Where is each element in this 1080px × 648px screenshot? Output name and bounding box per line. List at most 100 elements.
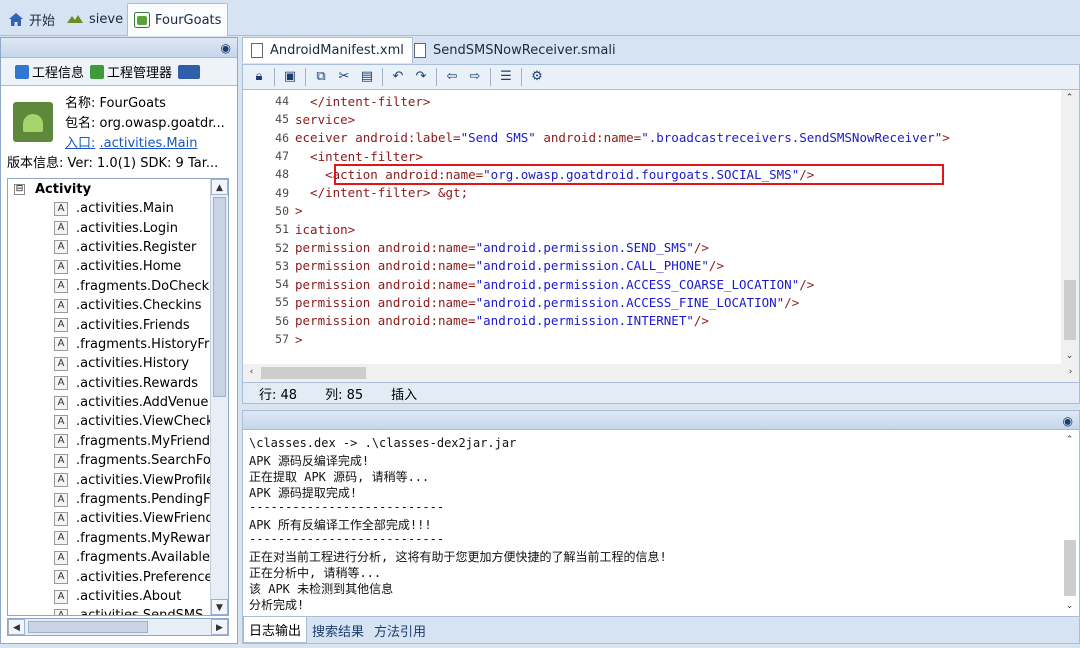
tree-item[interactable]: A .activities.Register bbox=[8, 238, 228, 257]
tab-project-manager[interactable]: 工程管理器 bbox=[90, 62, 172, 81]
toolbar-separator bbox=[436, 68, 437, 86]
settings-icon[interactable]: ⚙ bbox=[527, 67, 547, 87]
log-vertical-scrollbar[interactable]: ⌃ ⌄ bbox=[1061, 430, 1079, 616]
tree-item[interactable]: A .activities.Rewards bbox=[8, 374, 228, 393]
scroll-thumb[interactable] bbox=[213, 197, 226, 397]
tree-item[interactable]: A .fragments.MyRewards bbox=[8, 529, 228, 548]
copy-icon[interactable]: ⧉ bbox=[311, 67, 331, 87]
entry-row[interactable]: 入口: .activities.Main bbox=[65, 132, 197, 151]
collapse-icon[interactable]: ⊟ bbox=[14, 183, 25, 195]
code-line: 50 > bbox=[243, 202, 1063, 220]
h-scroll-thumb[interactable] bbox=[28, 621, 148, 633]
tree-item[interactable]: A .activities.AddVenue bbox=[8, 393, 228, 412]
tree-item[interactable]: A .fragments.SearchFor bbox=[8, 451, 228, 470]
tab-search-results[interactable]: 搜索结果 bbox=[307, 617, 369, 643]
code-editor[interactable]: 44 </intent-filter> 45 service> 46 eceiver a… bbox=[242, 90, 1080, 364]
tree-item[interactable]: A .activities.Login bbox=[8, 218, 228, 237]
entry-label[interactable]: 入口: bbox=[65, 136, 95, 151]
lock-icon[interactable]: 🔒︎ bbox=[249, 67, 269, 87]
scroll-thumb[interactable] bbox=[1064, 280, 1076, 340]
code-line: 56 permission android:name="android.permi… bbox=[243, 312, 1063, 330]
tab-project-info[interactable]: 工程信息 bbox=[15, 62, 84, 81]
line-number: 54 bbox=[275, 277, 289, 292]
undo-icon[interactable]: ↶ bbox=[388, 67, 408, 87]
entry-link[interactable]: .activities.Main bbox=[100, 136, 198, 151]
line-number: 48 bbox=[275, 167, 289, 182]
tree-item[interactable]: A .activities.Friends bbox=[8, 315, 228, 334]
log-line: --------------------------- bbox=[249, 532, 445, 546]
tab-label: AndroidManifest.xml bbox=[270, 43, 404, 58]
scroll-left-icon[interactable]: ◀ bbox=[8, 619, 25, 635]
tree-root-activity[interactable]: ⊟ Activity bbox=[8, 179, 228, 199]
tree-item[interactable]: A .activities.Preferences bbox=[8, 567, 228, 586]
activity-icon: A bbox=[54, 434, 68, 449]
toolbar-separator bbox=[521, 68, 522, 86]
tree-item[interactable]: A .activities.History bbox=[8, 354, 228, 373]
tree-item[interactable]: A .activities.About bbox=[8, 587, 228, 606]
tab-scroll-buttons[interactable] bbox=[178, 64, 203, 79]
tree-item[interactable]: A .fragments.MyFriends bbox=[8, 432, 228, 451]
editor-toolbar: 🔒︎ ▣ ⧉ ✂ ▤ ↶ ↷ ⇦ ⇨ ☰ ⚙ bbox=[242, 64, 1080, 90]
code-line: 57 > bbox=[243, 330, 1063, 348]
tree-item-label: .activities.ViewFriendR bbox=[76, 511, 223, 527]
log-line: --------------------------- bbox=[249, 500, 445, 514]
tree-item-label: .fragments.PendingFr bbox=[76, 492, 216, 508]
tab-fourgoats[interactable]: FourGoats bbox=[127, 3, 229, 36]
eye-icon[interactable]: ◉ bbox=[221, 41, 231, 55]
tab-log-output[interactable]: 日志输出 bbox=[243, 617, 308, 643]
scroll-right-icon[interactable]: ▶ bbox=[211, 619, 228, 635]
scroll-down-icon[interactable]: ⌄ bbox=[1061, 598, 1078, 614]
code-vertical-scrollbar[interactable]: ⌃ ⌄ bbox=[1061, 90, 1079, 364]
format-icon[interactable]: ☰ bbox=[496, 67, 516, 87]
cut-icon[interactable]: ✂ bbox=[334, 67, 354, 87]
tree-item[interactable]: A .fragments.PendingFr bbox=[8, 490, 228, 509]
scroll-up-icon[interactable]: ▲ bbox=[211, 179, 228, 195]
tab-smali-file[interactable]: SendSMSNowReceiver.smali bbox=[406, 37, 624, 63]
tree-item[interactable]: A .activities.Home bbox=[8, 257, 228, 276]
tab-method-references[interactable]: 方法引用 bbox=[369, 617, 431, 643]
tree-item[interactable]: A .activities.Main bbox=[8, 199, 228, 218]
back-arrow-icon[interactable]: ⇦ bbox=[442, 67, 462, 87]
tab-start[interactable]: 开始 bbox=[2, 4, 61, 34]
scroll-right-icon[interactable]: › bbox=[1062, 364, 1079, 380]
code-line: 53 permission android:name="android.permi… bbox=[243, 257, 1063, 275]
activity-icon: A bbox=[54, 298, 68, 313]
tab-android-manifest[interactable]: AndroidManifest.xml bbox=[242, 37, 413, 63]
tab-sieve[interactable]: sieve bbox=[60, 4, 129, 34]
tree-item[interactable]: A .fragments.HistoryFra bbox=[8, 335, 228, 354]
redo-icon[interactable]: ↷ bbox=[411, 67, 431, 87]
code-text: permission android:name="android.permiss… bbox=[295, 240, 709, 256]
paste-icon[interactable]: ▤ bbox=[357, 67, 377, 87]
tree-item-label: .activities.SendSMS bbox=[76, 608, 204, 616]
tree-item-label: .fragments.DoCheckin bbox=[76, 278, 221, 294]
scroll-up-icon[interactable]: ⌃ bbox=[1061, 90, 1078, 106]
scroll-down-icon[interactable]: ▼ bbox=[211, 599, 228, 615]
tree-item[interactable]: A .activities.ViewProfile bbox=[8, 470, 228, 489]
tree-item[interactable]: A .activities.ViewCheckin bbox=[8, 412, 228, 431]
eye-icon[interactable]: ◉ bbox=[1063, 414, 1073, 428]
activity-icon: A bbox=[54, 259, 68, 274]
tree-item[interactable]: A .activities.Checkins bbox=[8, 296, 228, 315]
tree-vertical-scrollbar[interactable]: ▲ ▼ bbox=[210, 179, 228, 615]
panel-tabs: 工程信息 工程管理器 bbox=[1, 58, 237, 86]
code-text: permission android:name="android.permiss… bbox=[295, 313, 709, 329]
home-icon bbox=[8, 12, 24, 27]
scroll-thumb[interactable] bbox=[1064, 540, 1076, 596]
tree-item[interactable]: A .fragments.AvailableR bbox=[8, 548, 228, 567]
tree-item[interactable]: A .fragments.DoCheckin bbox=[8, 277, 228, 296]
activity-icon: A bbox=[54, 531, 68, 546]
tree-item-label: .activities.Checkins bbox=[76, 298, 202, 314]
cursor-row: 行: 48 bbox=[259, 387, 298, 403]
h-scroll-thumb[interactable] bbox=[261, 367, 366, 379]
tree-horizontal-scrollbar[interactable]: ◀ ▶ bbox=[7, 618, 229, 636]
code-line: 47 <intent-filter> bbox=[243, 147, 1063, 165]
tree-item[interactable]: A .activities.SendSMS bbox=[8, 606, 228, 616]
save-icon[interactable]: ▣ bbox=[280, 67, 300, 87]
scroll-left-icon[interactable]: ‹ bbox=[243, 364, 260, 380]
code-horizontal-scrollbar[interactable]: ‹ › bbox=[242, 364, 1080, 382]
forward-arrow-icon[interactable]: ⇨ bbox=[465, 67, 485, 87]
scroll-down-icon[interactable]: ⌄ bbox=[1061, 348, 1078, 364]
scroll-up-icon[interactable]: ⌃ bbox=[1061, 432, 1078, 448]
code-line: 46 eceiver android:label="Send SMS" andro… bbox=[243, 129, 1063, 147]
tree-item[interactable]: A .activities.ViewFriendR bbox=[8, 509, 228, 528]
